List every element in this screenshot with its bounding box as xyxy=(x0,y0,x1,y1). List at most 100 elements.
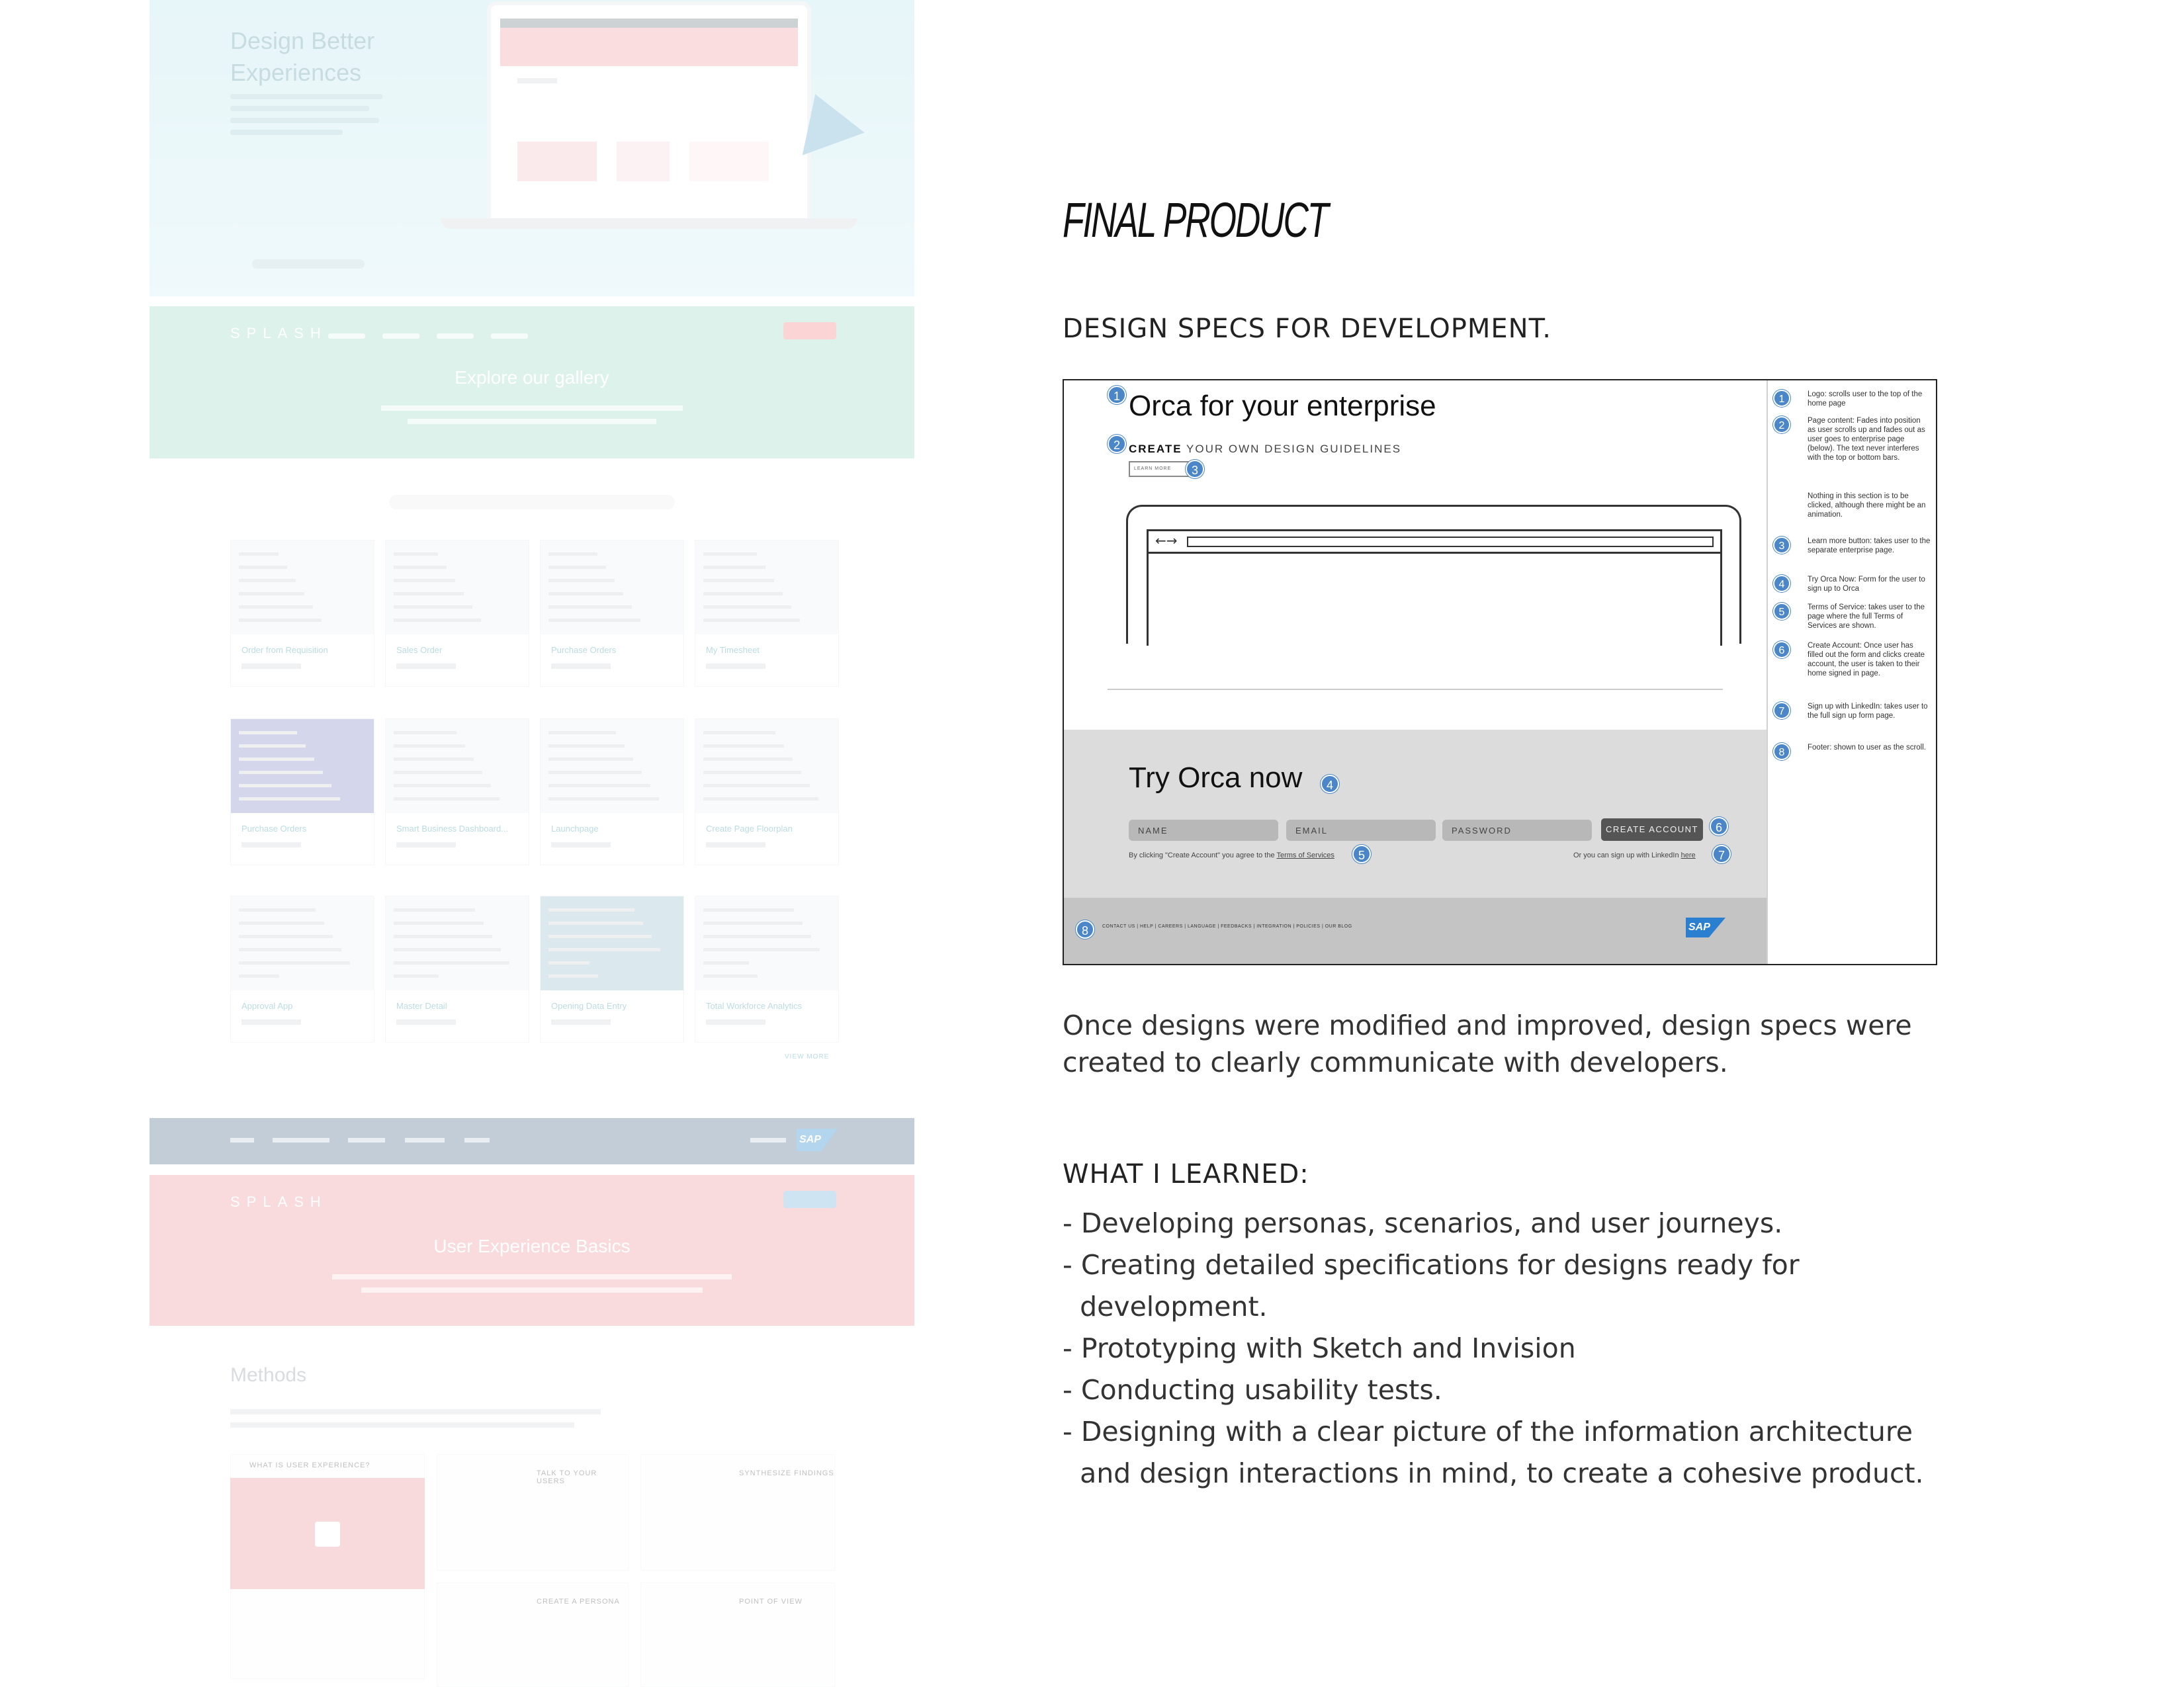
design-specs-heading: DESIGN SPECS FOR DEVELOPMENT. xyxy=(1063,314,1551,344)
splash-logo-ux[interactable]: SPLASH xyxy=(230,1193,328,1211)
password-field[interactable]: PASSWORD xyxy=(1442,820,1592,841)
card-name: Create Page Floorplan xyxy=(706,824,793,834)
gallery-card[interactable]: Order from Requisition xyxy=(230,540,374,687)
gallery-card[interactable]: Purchase Orders xyxy=(540,540,684,687)
card-thumbnail xyxy=(386,541,529,634)
name-field[interactable]: NAME xyxy=(1129,820,1278,841)
gallery-card[interactable]: Purchase Orders xyxy=(230,718,374,865)
gallery-footer: SAP xyxy=(150,1118,914,1164)
terms-link[interactable]: Terms of Services xyxy=(1276,851,1334,859)
card-stats xyxy=(241,1019,301,1025)
create-account-button[interactable]: CREATE ACCOUNT xyxy=(1601,818,1703,841)
learned-item: - Creating detailed specifications for d… xyxy=(1063,1249,1800,1281)
try-orca-title: Try Orca now xyxy=(1129,761,1303,794)
card-name: Total Workforce Analytics xyxy=(706,1001,802,1011)
spec-title: Orca for your enterprise xyxy=(1129,390,1436,422)
spec-marker-4: 4 xyxy=(1321,775,1339,793)
card-name: Opening Data Entry xyxy=(551,1001,627,1011)
card-name: Smart Business Dashboard... xyxy=(396,824,509,834)
ux-video-thumbnail[interactable] xyxy=(230,1478,425,1589)
method-card-pov[interactable]: POINT OF VIEW xyxy=(640,1582,835,1687)
card-thumbnail xyxy=(695,719,838,813)
card-name: Purchase Orders xyxy=(241,824,307,834)
card-stats xyxy=(241,664,301,669)
card-stats xyxy=(551,664,611,669)
card-stats xyxy=(241,842,301,847)
gallery-card[interactable]: Launchpage xyxy=(540,718,684,865)
learned-item: development. xyxy=(1063,1291,1268,1322)
learned-item: - Prototyping with Sketch and Invision xyxy=(1063,1332,1576,1364)
card-thumbnail xyxy=(695,896,838,990)
hero-section: Design Better Experiences xyxy=(150,0,914,296)
url-field xyxy=(1187,537,1714,547)
card-stats xyxy=(706,842,765,847)
view-more-link[interactable]: VIEW MORE xyxy=(785,1053,829,1060)
learned-list: - Developing personas, scenarios, and us… xyxy=(1063,1203,2055,1494)
gallery-header: SPLASH Explore our gallery xyxy=(150,306,914,458)
card-name: Purchase Orders xyxy=(551,645,617,655)
gallery-card[interactable]: Total Workforce Analytics xyxy=(695,896,839,1043)
methods-title: Methods xyxy=(230,1364,307,1386)
gallery-nav xyxy=(328,329,560,339)
gallery-card[interactable]: Opening Data Entry xyxy=(540,896,684,1043)
play-icon[interactable] xyxy=(315,1522,340,1547)
gallery-search-input[interactable] xyxy=(389,495,675,509)
learn-more-button[interactable]: LEARN MORE xyxy=(1129,461,1191,477)
laptop-base xyxy=(441,218,857,229)
ux-basics-header: SPLASH User Experience Basics xyxy=(150,1175,914,1326)
try-orca-section xyxy=(1064,730,1767,898)
spec-description: Once designs were modified and improved,… xyxy=(1063,1010,1912,1078)
sap-logo-small: SAP xyxy=(797,1129,838,1151)
spec-marker-1: 1 xyxy=(1108,386,1126,404)
splash-logo[interactable]: SPLASH xyxy=(230,325,328,342)
learned-item: - Designing with a clear picture of the … xyxy=(1063,1416,1913,1448)
card-stats xyxy=(706,1019,765,1025)
learned-heading: WHAT I LEARNED: xyxy=(1063,1159,1309,1190)
gallery-card[interactable]: Create Page Floorplan xyxy=(695,718,839,865)
gallery-card[interactable]: Master Detail xyxy=(385,896,529,1043)
card-stats xyxy=(551,1019,611,1025)
card-stats xyxy=(396,1019,456,1025)
card-stats xyxy=(396,842,456,847)
card-name: Master Detail xyxy=(396,1001,447,1011)
card-name: Order from Requisition xyxy=(241,645,328,655)
method-card-synthesize[interactable]: SYNTHESIZE FINDINGS xyxy=(640,1454,835,1571)
card-thumbnail xyxy=(541,541,683,634)
learned-item: - Developing personas, scenarios, and us… xyxy=(1063,1207,1783,1239)
final-product-title: FINAL PRODUCT xyxy=(1063,193,1329,247)
gallery-title: Explore our gallery xyxy=(455,367,609,388)
gallery-card[interactable]: Smart Business Dashboard... xyxy=(385,718,529,865)
gallery-card[interactable]: Sales Order xyxy=(385,540,529,687)
spec-marker-5: 5 xyxy=(1352,845,1371,863)
gallery-link[interactable] xyxy=(252,259,365,269)
spec-footer xyxy=(1064,898,1767,964)
terms-text: By clicking "Create Account" you agree t… xyxy=(1129,851,1334,859)
spec-subtitle: CREATE YOUR OWN DESIGN GUIDELINES xyxy=(1129,443,1402,455)
signup-button[interactable] xyxy=(783,322,836,339)
spec-notes: 1 Logo: scrolls user to the top of the ho… xyxy=(1773,380,1932,964)
spec-marker-6: 6 xyxy=(1710,817,1728,836)
email-field[interactable]: EMAIL xyxy=(1286,820,1436,841)
spec-marker-2: 2 xyxy=(1108,435,1126,453)
card-stats xyxy=(551,842,611,847)
gallery-card[interactable]: My Timesheet xyxy=(695,540,839,687)
gallery-card[interactable]: Approval App xyxy=(230,896,374,1043)
method-card-talk[interactable]: TALK TO YOUR USERS xyxy=(437,1454,629,1571)
method-card-persona[interactable]: CREATE A PERSONA xyxy=(437,1582,629,1687)
card-thumbnail xyxy=(231,896,374,990)
card-name: My Timesheet xyxy=(706,645,760,655)
signin-button[interactable] xyxy=(783,1191,836,1208)
linkedin-link[interactable]: here xyxy=(1681,851,1696,859)
card-stats xyxy=(706,664,765,669)
portfolio-screenshots: Design Better Experiences SPLASH Explore… xyxy=(150,0,914,1687)
ux-title: User Experience Basics xyxy=(433,1236,631,1256)
footer-links[interactable]: CONTACT US | HELP | CAREERS | LANGUAGE |… xyxy=(1102,924,1352,929)
card-thumbnail xyxy=(231,541,374,634)
card-name: Approval App xyxy=(241,1001,293,1011)
laptop-illustration xyxy=(487,1,811,226)
card-stats xyxy=(396,664,456,669)
card-name: Launchpage xyxy=(551,824,599,834)
card-thumbnail xyxy=(231,719,374,813)
card-thumbnail xyxy=(541,896,683,990)
spec-marker-8: 8 xyxy=(1076,920,1094,939)
